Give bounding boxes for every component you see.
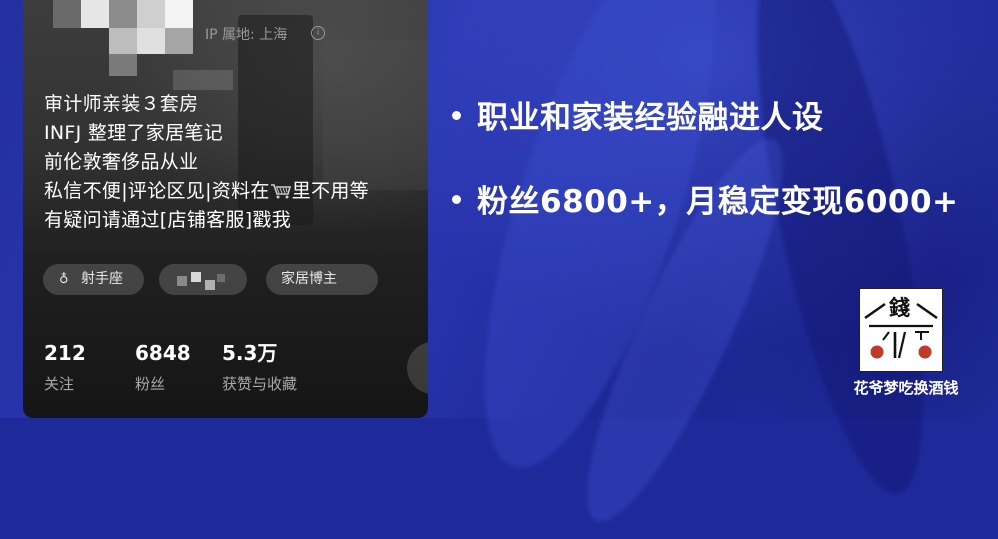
- profile-screenshot: IP 属地: 上海 i 审计师亲装３套房 INFJ 整理了家居笔记 前伦敦奢侈品…: [23, 0, 428, 418]
- bullet-text: 职业和家装经验融进人设: [477, 100, 824, 136]
- bio: 审计师亲装３套房 INFJ 整理了家居笔记 前伦敦奢侈品从业 私信不便|评论区见…: [44, 90, 428, 235]
- stat-following[interactable]: 212 关注: [44, 340, 86, 394]
- bio-line: INFJ 整理了家居笔记: [44, 122, 223, 144]
- cart-icon: [270, 179, 292, 199]
- brand-logo: 錢: [859, 288, 943, 372]
- logo-glyph: 錢: [889, 296, 910, 320]
- tag-label: 家居博主: [281, 271, 337, 287]
- bullet-dot: [452, 195, 461, 204]
- stat-label: 关注: [44, 375, 75, 393]
- brand-name: 花爷梦吃换酒钱: [853, 379, 959, 397]
- stat-followers[interactable]: 6848 粉丝: [135, 340, 191, 394]
- stat-value: 5.3万: [222, 341, 278, 365]
- bullet-dot: [452, 111, 461, 120]
- ip-location: IP 属地: 上海: [205, 27, 288, 43]
- bullet-point: 职业和家装经验融进人设: [452, 92, 824, 137]
- tag-zodiac[interactable]: ♁ 射手座: [43, 264, 144, 295]
- info-icon[interactable]: i: [311, 26, 325, 40]
- stat-value: 6848: [135, 341, 191, 365]
- edit-profile-button[interactable]: [407, 342, 428, 394]
- bio-line: 私信不便|评论区见|资料在 里不用等: [44, 177, 428, 206]
- tag-blurred[interactable]: [159, 264, 247, 295]
- tag-label: 射手座: [81, 271, 123, 287]
- bio-line: 有疑问请通过[店铺客服]戳我: [44, 209, 292, 231]
- avatar-mosaic: [53, 0, 203, 80]
- stat-label: 粉丝: [135, 375, 166, 393]
- bio-text: 里不用等: [291, 180, 369, 202]
- bio-text: 私信不便|评论区见|资料在: [44, 180, 270, 202]
- bullet-text: 粉丝6800+，月稳定变现6000+: [477, 184, 959, 220]
- tag-mosaic: [177, 272, 227, 292]
- zodiac-icon: ♁: [59, 272, 69, 287]
- bio-line: 审计师亲装３套房: [44, 93, 199, 115]
- stat-value: 212: [44, 341, 86, 365]
- tag-category[interactable]: 家居博主: [266, 264, 378, 295]
- bio-line: 前伦敦奢侈品从业: [44, 151, 199, 173]
- stat-likes[interactable]: 5.3万 获赞与收藏: [222, 340, 297, 394]
- stat-label: 获赞与收藏: [222, 375, 298, 393]
- bullet-point: 粉丝6800+，月稳定变现6000+: [452, 176, 959, 221]
